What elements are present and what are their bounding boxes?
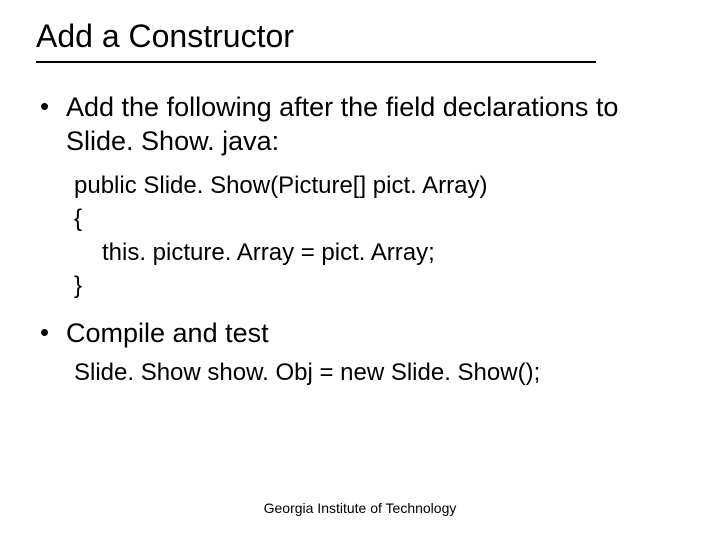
- bullet-item: Add the following after the field declar…: [36, 91, 690, 303]
- bullet-item: Compile and test Slide. Show show. Obj =…: [36, 317, 690, 387]
- bullet-text: Compile and test: [66, 317, 690, 351]
- slide: Add a Constructor Add the following afte…: [0, 0, 720, 540]
- code-block: public Slide. Show(Picture[] pict. Array…: [74, 169, 690, 303]
- bullet-list: Add the following after the field declar…: [36, 91, 690, 387]
- slide-title: Add a Constructor: [36, 18, 596, 63]
- code-line: {: [74, 202, 690, 236]
- code-line: public Slide. Show(Picture[] pict. Array…: [74, 169, 690, 203]
- code-line: this. picture. Array = pict. Array;: [74, 236, 690, 270]
- code-line: }: [74, 269, 690, 303]
- slide-footer: Georgia Institute of Technology: [0, 500, 720, 516]
- bullet-text: Add the following after the field declar…: [66, 91, 690, 159]
- code-example: Slide. Show show. Obj = new Slide. Show(…: [74, 359, 690, 387]
